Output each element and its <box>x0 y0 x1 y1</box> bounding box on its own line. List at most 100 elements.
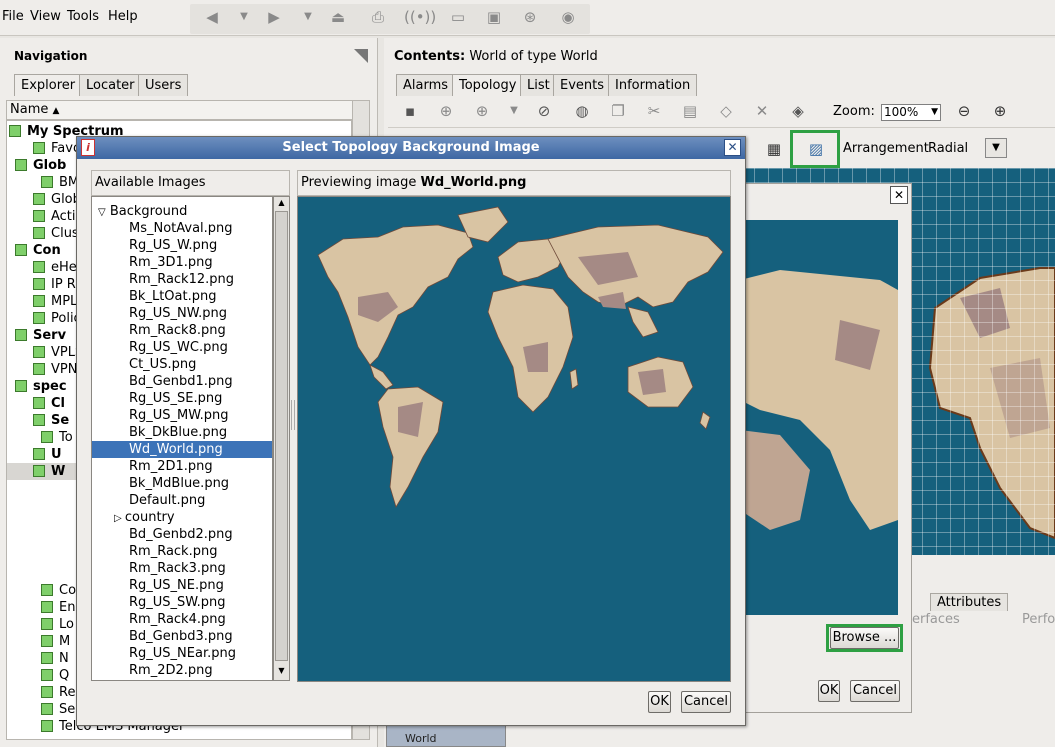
zoom-in-icon[interactable]: ⊕ <box>990 102 1010 120</box>
image-list-item[interactable]: Bd_Genbd2.png <box>92 526 272 543</box>
image-list-item[interactable]: Rm_2D1.png <box>92 458 272 475</box>
tab-interfaces[interactable]: erfaces <box>912 612 960 627</box>
image-list-item[interactable]: Rg_US_SE.png <box>92 390 272 407</box>
dialog-close-icon[interactable]: ✕ <box>724 139 741 156</box>
tree-node-icon <box>41 686 53 698</box>
arrangement-value[interactable]: Radial <box>928 141 968 156</box>
image-list-item[interactable]: Wd_World.png <box>92 441 272 458</box>
back-icon[interactable]: ◀ <box>202 8 222 26</box>
monitor-icon[interactable]: ▭ <box>448 8 468 26</box>
zoom-select[interactable]: 100% ▼ <box>881 104 941 121</box>
image-list-item[interactable]: Rg_US_NEar.png <box>92 645 272 662</box>
tab-locater[interactable]: Locater <box>79 74 142 96</box>
arrangement-dropdown-icon[interactable]: ▼ <box>985 138 1007 158</box>
tree-node-icon <box>15 159 27 171</box>
ok-button[interactable]: OK <box>648 691 671 713</box>
image-list-item[interactable]: Rm_Rack8.png <box>92 322 272 339</box>
name-column-label: Name <box>10 102 49 117</box>
background-image-icon[interactable]: ▨ <box>806 140 826 158</box>
back-menu-icon[interactable]: ▼ <box>234 8 254 26</box>
image-list-item[interactable]: Ms_NotAval.png <box>92 220 272 237</box>
up-icon[interactable]: ⏏ <box>328 8 348 26</box>
tab-events[interactable]: Events <box>553 74 612 96</box>
image-list-item[interactable]: Rg_US_NW.png <box>92 305 272 322</box>
properties-ok-button[interactable]: OK <box>818 680 840 702</box>
image-list-item[interactable]: Bk_DkBlue.png <box>92 424 272 441</box>
tree-row-label: spec <box>33 379 67 394</box>
folder-background[interactable]: ▽ Background <box>98 203 268 220</box>
tab-list[interactable]: List <box>520 74 557 96</box>
tab-explorer[interactable]: Explorer <box>14 74 83 96</box>
image-list-item[interactable]: Bk_LtOat.png <box>92 288 272 305</box>
add-icon[interactable]: ⊕ <box>472 102 492 120</box>
image-list-item[interactable]: Rm_2D2.png <box>92 662 272 679</box>
folder-country[interactable]: ▷ country <box>114 509 272 526</box>
image-list-item[interactable]: Rg_US_MW.png <box>92 407 272 424</box>
forward-icon[interactable]: ▶ <box>264 8 284 26</box>
tree-row-label: Re <box>59 685 76 700</box>
tree-node-icon <box>33 210 45 222</box>
tab-information[interactable]: Information <box>608 74 698 96</box>
image-list-item[interactable]: Bk_MdBlue.png <box>92 475 272 492</box>
image-list-item[interactable]: Default.png <box>92 492 272 509</box>
image-list-item[interactable]: Rm_Rack4.png <box>92 611 272 628</box>
antenna-icon[interactable]: ⊛ <box>520 8 540 26</box>
tab-users[interactable]: Users <box>138 74 189 96</box>
package-icon[interactable]: ◈ <box>788 102 808 120</box>
lock-monitor-icon[interactable]: ▣ <box>484 8 504 26</box>
properties-close-icon[interactable]: ✕ <box>890 186 908 204</box>
compass-icon[interactable]: ⊘ <box>534 102 554 120</box>
scroll-thumb[interactable] <box>275 211 288 661</box>
properties-cancel-button[interactable]: Cancel <box>850 680 900 702</box>
menu-help[interactable]: Help <box>108 9 138 24</box>
dialog-splitter[interactable] <box>291 400 295 430</box>
zoom-out-icon[interactable]: ⊖ <box>954 102 974 120</box>
signal-icon[interactable]: ((•)) <box>404 8 436 26</box>
tab-topology[interactable]: Topology <box>452 74 524 96</box>
save-icon[interactable]: ▪ <box>400 102 420 120</box>
tree-node-icon <box>33 312 45 324</box>
tree-row-label: En <box>59 600 76 615</box>
menu-tools[interactable]: Tools <box>67 9 99 24</box>
config-icon[interactable]: ◉ <box>558 8 578 26</box>
browse-button[interactable]: Browse ... <box>830 627 899 649</box>
grid-icon[interactable]: ▦ <box>764 140 784 158</box>
image-list-item[interactable]: Rm_3D1.png <box>92 254 272 271</box>
image-list-item[interactable]: Rm_Rack.png <box>92 543 272 560</box>
add-device-icon[interactable]: ⊕ <box>436 102 456 120</box>
image-list-item[interactable]: Bd_Genbd3.png <box>92 628 272 645</box>
image-list-item[interactable]: Bd_Genbd1.png <box>92 373 272 390</box>
zoom-value: 100% <box>884 105 919 119</box>
tree-row-label: Lo <box>59 617 74 632</box>
cancel-button[interactable]: Cancel <box>681 691 731 713</box>
locate-icon[interactable]: ◍ <box>572 102 592 120</box>
print-icon[interactable]: ⎙ <box>368 8 388 26</box>
cut-icon[interactable]: ✂ <box>644 102 664 120</box>
image-list-item[interactable]: Ct_US.png <box>92 356 272 373</box>
image-list-item[interactable]: Rm_Rack12.png <box>92 271 272 288</box>
image-list-item[interactable]: Rg_US_W.png <box>92 237 272 254</box>
image-list-item[interactable]: Rg_US_WC.png <box>92 339 272 356</box>
folder-country-label: country <box>124 510 175 525</box>
image-list-item[interactable]: Rg_US_SW.png <box>92 594 272 611</box>
image-list[interactable]: ▽ Background Ms_NotAval.png Rg_US_W.png Rm… <box>91 196 273 681</box>
erase-icon[interactable]: ◇ <box>716 102 736 120</box>
tab-performance[interactable]: Perfo <box>1022 612 1055 627</box>
scroll-down-icon[interactable]: ▼ <box>275 666 288 679</box>
image-list-item[interactable]: Rg_US_NE.png <box>92 577 272 594</box>
forward-menu-icon[interactable]: ▼ <box>298 8 318 26</box>
delete-icon[interactable]: ✕ <box>752 102 772 120</box>
scroll-up-icon[interactable]: ▲ <box>275 198 288 211</box>
add-menu-icon[interactable]: ▼ <box>504 102 524 120</box>
copy-icon[interactable]: ❐ <box>608 102 628 120</box>
tab-attributes[interactable]: Attributes <box>930 593 1009 611</box>
paste-icon[interactable]: ▤ <box>680 102 700 120</box>
tab-alarms[interactable]: Alarms <box>396 74 456 96</box>
menu-view[interactable]: View <box>30 9 61 24</box>
collapse-panel-icon[interactable] <box>352 47 370 65</box>
contents-prefix: Contents: <box>394 49 466 64</box>
image-list-scrollbar[interactable]: ▲ ▼ <box>273 196 290 681</box>
tree-column-header[interactable]: Name ▲ <box>6 100 370 120</box>
image-list-item[interactable]: Rm_Rack3.png <box>92 560 272 577</box>
menu-file[interactable]: File <box>2 9 24 24</box>
